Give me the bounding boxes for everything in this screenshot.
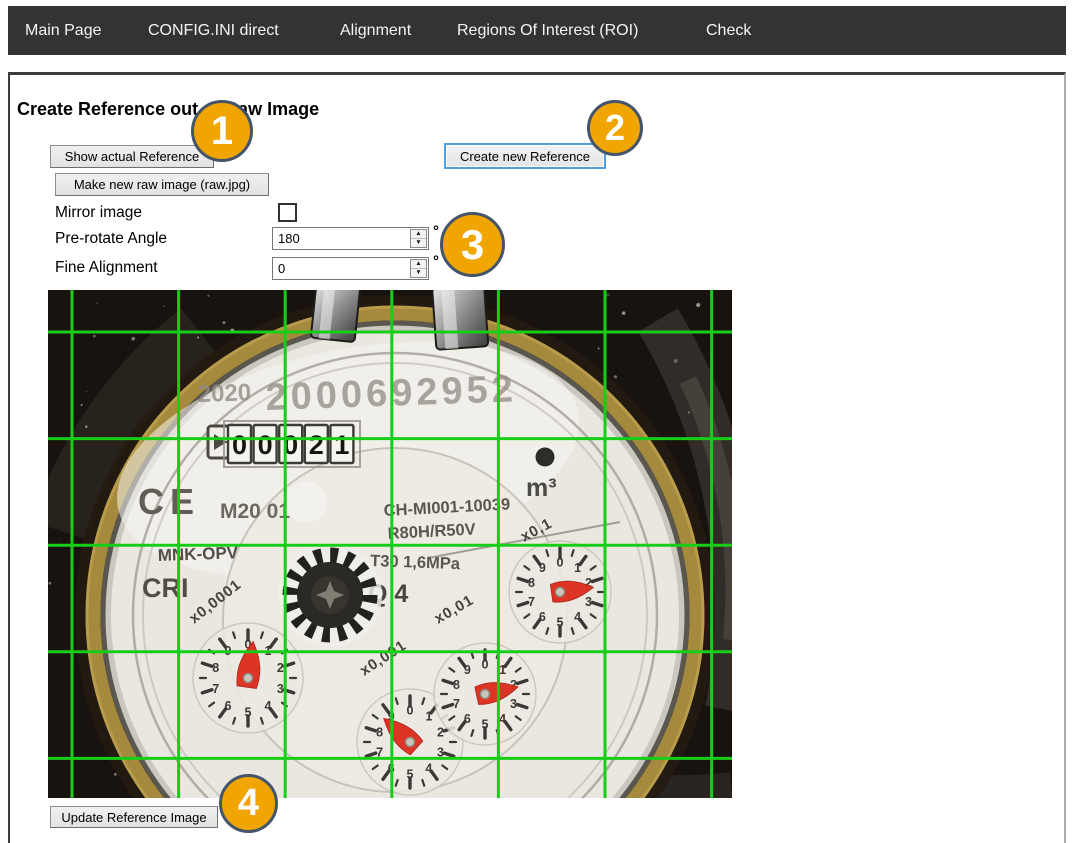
fine-alignment-degree-suffix: °: [433, 253, 439, 270]
svg-text:0: 0: [407, 704, 414, 718]
fine-alignment-input[interactable]: [273, 258, 410, 279]
svg-text:5: 5: [482, 718, 489, 732]
meter-approval-text: M20 01: [220, 500, 290, 523]
svg-text:6: 6: [225, 699, 232, 713]
svg-text:1: 1: [425, 710, 432, 724]
svg-text:3: 3: [585, 595, 592, 609]
svg-text:1: 1: [574, 561, 581, 575]
prerotate-degree-suffix: °: [433, 223, 439, 240]
nav-item-config-ini[interactable]: CONFIG.INI direct: [148, 6, 279, 55]
fine-alignment-spinner: ▲ ▼: [410, 259, 427, 278]
make-new-raw-image-button[interactable]: Make new raw image (raw.jpg): [55, 173, 269, 196]
nav-item-alignment[interactable]: Alignment: [340, 6, 411, 55]
svg-text:7: 7: [212, 682, 219, 696]
meter-serial-year-text: 2020: [197, 379, 251, 408]
svg-text:4: 4: [265, 699, 272, 713]
svg-text:5: 5: [557, 616, 564, 630]
meter-odometer: 00021: [228, 425, 353, 463]
svg-text:8: 8: [453, 678, 460, 692]
svg-text:0: 0: [232, 430, 247, 460]
mirror-image-checkbox[interactable]: [278, 203, 297, 222]
spinner-down-icon[interactable]: ▼: [411, 239, 426, 247]
svg-text:5: 5: [245, 706, 252, 720]
meter-dot: [536, 448, 555, 467]
svg-text:6: 6: [464, 712, 471, 726]
svg-text:6: 6: [539, 610, 546, 624]
fine-alignment-field: ▲ ▼: [272, 257, 429, 280]
svg-text:0: 0: [258, 430, 273, 460]
svg-text:5: 5: [407, 768, 414, 782]
spinner-up-icon[interactable]: ▲: [411, 260, 426, 269]
svg-text:4: 4: [499, 712, 506, 726]
svg-text:8: 8: [528, 576, 535, 590]
reference-image-preview: 2020 2000692952 CE M20 01 CH-MI001-10039…: [48, 290, 732, 798]
update-reference-image-button[interactable]: Update Reference Image: [50, 806, 218, 828]
meter-brand2-text: CRI: [142, 573, 189, 603]
svg-text:2: 2: [309, 430, 324, 460]
meter-gear-wheel: [278, 543, 382, 647]
svg-text:8: 8: [376, 726, 383, 740]
prerotate-angle-field: ▲ ▼: [272, 227, 429, 250]
mounting-clip-left: [311, 290, 361, 342]
nav-item-check[interactable]: Check: [706, 6, 751, 55]
svg-text:2: 2: [277, 661, 284, 675]
show-actual-reference-button[interactable]: Show actual Reference: [50, 145, 214, 168]
fine-alignment-label: Fine Alignment: [55, 259, 158, 277]
svg-text:4: 4: [574, 610, 581, 624]
svg-text:9: 9: [464, 663, 471, 677]
nav-item-main-page[interactable]: Main Page: [25, 6, 102, 55]
spinner-down-icon[interactable]: ▼: [411, 269, 426, 277]
annotation-step-1: 1: [191, 100, 253, 162]
mirror-image-label: Mirror image: [55, 204, 142, 222]
svg-text:0: 0: [557, 556, 564, 570]
svg-text:7: 7: [528, 595, 535, 609]
reference-page: Main Page CONFIG.INI direct Alignment Re…: [0, 0, 1072, 843]
svg-text:8: 8: [212, 661, 219, 675]
svg-text:1: 1: [499, 663, 506, 677]
svg-text:3: 3: [277, 682, 284, 696]
annotation-step-3: 3: [440, 212, 505, 277]
meter-temp-pressure-text: T30 1,6MPa: [370, 552, 461, 573]
svg-text:0: 0: [482, 658, 489, 672]
svg-text:7: 7: [453, 697, 460, 711]
prerotate-angle-label: Pre-rotate Angle: [55, 230, 167, 248]
prerotate-angle-input[interactable]: [273, 228, 410, 249]
prerotate-spinner: ▲ ▼: [410, 229, 427, 248]
meter-unit-text: m³: [526, 474, 557, 502]
top-nav: Main Page CONFIG.INI direct Alignment Re…: [8, 6, 1066, 55]
svg-text:1: 1: [334, 430, 349, 460]
meter-ce-mark-text: CE: [138, 481, 200, 522]
svg-text:2: 2: [437, 726, 444, 740]
svg-text:3: 3: [510, 697, 517, 711]
annotation-step-4: 4: [219, 774, 278, 833]
svg-text:9: 9: [539, 561, 546, 575]
mounting-clip-right: [432, 290, 488, 350]
nav-item-roi[interactable]: Regions Of Interest (ROI): [457, 6, 638, 55]
svg-text:4: 4: [425, 761, 432, 775]
annotation-step-2: 2: [587, 100, 643, 156]
spinner-up-icon[interactable]: ▲: [411, 230, 426, 239]
create-new-reference-button[interactable]: Create new Reference: [444, 143, 606, 169]
page-title: Create Reference out of Raw Image: [17, 99, 319, 120]
